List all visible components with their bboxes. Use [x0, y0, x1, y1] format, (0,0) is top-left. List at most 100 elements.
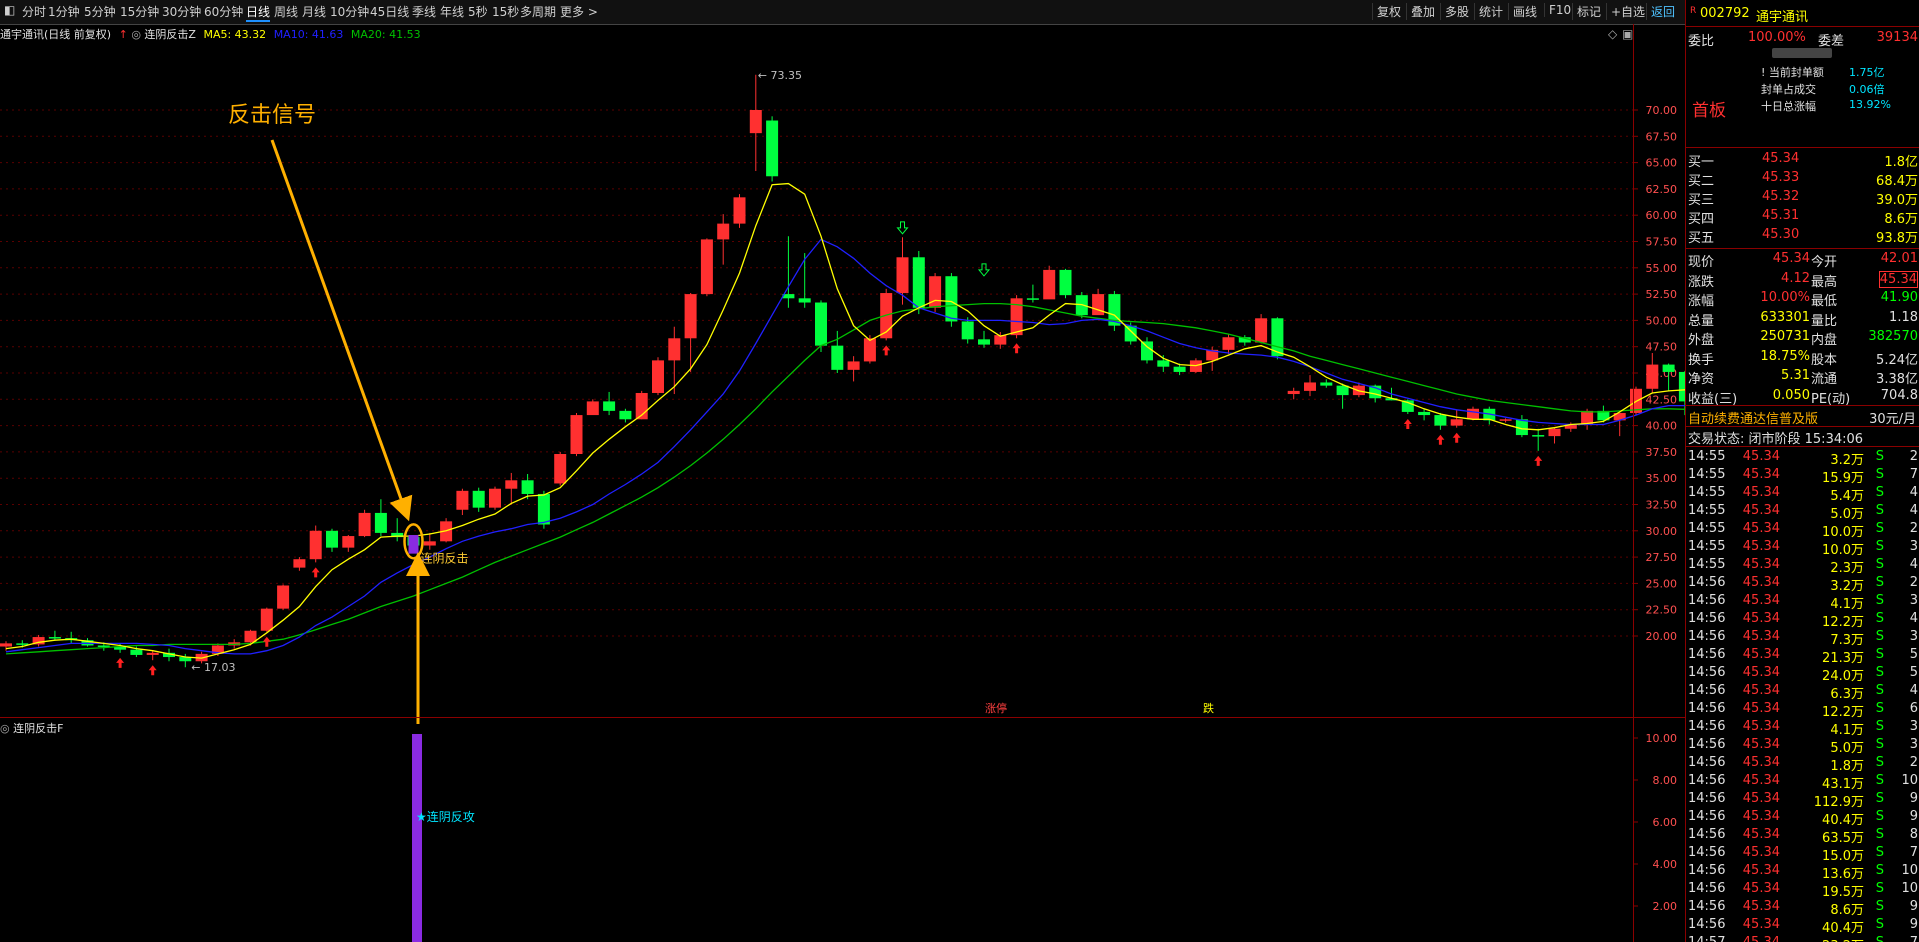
tick-volume: 112.9万 [1813, 795, 1864, 810]
toolbar-right-button[interactable]: 标记 [1572, 3, 1605, 20]
tick-count: 7 [1910, 935, 1918, 942]
quote-label: 收益(三) [1688, 391, 1738, 407]
tick-side: S [1875, 737, 1884, 752]
candle-body [1320, 382, 1333, 386]
tick-volume: 12.2万 [1822, 705, 1864, 720]
candle-body [342, 536, 355, 548]
sub-indicator-chart[interactable]: 10.00 8.00 6.00 4.00 2.00 ★连阴反攻 [0, 724, 1685, 942]
candle-body [586, 401, 599, 416]
tick-time: 14:56 [1688, 575, 1726, 590]
tick-volume: 7.3万 [1830, 633, 1864, 648]
tick-row: 14:56 45.34 112.9万 S 9 [1686, 791, 1919, 810]
limit-up-label: 涨停 [985, 701, 1007, 715]
toolbar-right-button[interactable]: 多股 [1440, 3, 1473, 20]
tick-count: 9 [1909, 809, 1918, 824]
promo-link[interactable]: 自动续费通达信普及版 [1688, 408, 1818, 427]
period-tab[interactable]: 周线 [274, 3, 298, 20]
period-tab[interactable]: 日线 [246, 3, 271, 22]
pane-divider [0, 717, 1685, 718]
quote-value: 18.75% [1760, 348, 1810, 364]
tick-price: 45.34 [1742, 485, 1780, 500]
y-tick-label: 30.00 [1646, 525, 1678, 538]
collapse-handle[interactable] [1772, 48, 1832, 58]
tick-time: 14:56 [1688, 593, 1726, 608]
quote-value-2: 5.24亿 [1876, 352, 1918, 368]
candle-body [1304, 382, 1316, 391]
quote-label: 换手 [1688, 352, 1715, 368]
period-tab[interactable]: 月线 [302, 3, 326, 20]
period-tab[interactable]: 分时 [22, 3, 46, 20]
bid-label: 买五 [1688, 231, 1715, 246]
bid-volume: 1.8亿 [1884, 155, 1918, 170]
period-tab[interactable]: 30分钟 [162, 3, 201, 20]
quote-label: 涨跌 [1688, 274, 1715, 290]
candle-body [863, 338, 876, 362]
candle-body [570, 415, 583, 455]
candle-body [1255, 318, 1268, 343]
tick-side: S [1875, 899, 1884, 914]
tick-volume: 15.9万 [1822, 471, 1864, 486]
period-tab[interactable]: 15分钟 [120, 3, 159, 20]
period-tab[interactable]: 45日线 [370, 3, 409, 20]
y-tick-label: 70.00 [1646, 104, 1678, 117]
quote-label: 现价 [1688, 255, 1715, 270]
quote-value-2: 1.18 [1889, 309, 1918, 325]
tick-count: 4 [1909, 503, 1918, 518]
period-tab[interactable]: 1分钟 [48, 3, 80, 20]
tick-row: 14:56 45.34 12.2万 S 4 [1686, 611, 1919, 630]
tick-row: 14:56 45.34 13.6万 S 10 [1686, 863, 1919, 882]
kline-chart[interactable]: 70.00 67.50 65.00 62.50 60.00 57.50 55.00 52.50… [0, 24, 1685, 724]
candle-body [619, 410, 632, 420]
period-tab[interactable]: 季线 [412, 3, 436, 20]
period-tab[interactable]: 年线 [440, 3, 464, 20]
period-tab[interactable]: 60分钟 [204, 3, 243, 20]
tick-price: 45.34 [1742, 701, 1780, 716]
bid-label: 买一 [1688, 155, 1715, 170]
toolbar-right-button[interactable]: 叠加 [1406, 3, 1439, 20]
period-tab[interactable]: 更多 > [560, 3, 598, 20]
period-tab[interactable]: 10分钟 [330, 3, 369, 20]
tick-price: 45.34 [1742, 539, 1780, 554]
panel-toggle-icon[interactable]: ◧ [4, 3, 15, 17]
tick-time: 14:56 [1688, 899, 1726, 914]
tick-time: 14:56 [1688, 647, 1726, 662]
buy-arrow-icon [262, 636, 271, 647]
tick-price: 45.34 [1742, 719, 1780, 734]
toolbar-right-button[interactable]: +自选 [1606, 3, 1649, 20]
candle-body [0, 643, 12, 647]
tick-count: 2 [1909, 575, 1918, 590]
quote-label-2: 内盘 [1811, 333, 1838, 348]
bid-price: 45.33 [1762, 170, 1800, 185]
toolbar-right-button[interactable]: F10 [1544, 3, 1575, 17]
buy-arrow-icon [1452, 432, 1461, 443]
panel-divider [1686, 446, 1919, 447]
period-tab[interactable]: 5秒 [468, 3, 488, 20]
bid-row: 买一 45.34 1.8亿 [1686, 151, 1919, 170]
candle-body [489, 488, 501, 508]
tick-volume: 40.4万 [1822, 813, 1864, 828]
tick-row: 14:55 45.34 2.3万 S 4 [1686, 557, 1919, 576]
tick-price: 45.34 [1742, 809, 1780, 824]
toolbar-right-button[interactable]: 返回 [1646, 3, 1679, 20]
toolbar-right-button[interactable]: 统计 [1474, 3, 1507, 20]
toolbar-right-button[interactable]: 复权 [1372, 3, 1405, 20]
period-tab[interactable]: 15秒 [492, 3, 519, 20]
stock-code: 002792 [1700, 6, 1750, 21]
candle-body [130, 649, 143, 655]
stock-name: 通宇通讯 [1756, 10, 1809, 25]
period-tab[interactable]: 多周期 [520, 3, 556, 20]
toolbar-right-button[interactable]: 画线 [1508, 3, 1541, 20]
quote-value-2: 382570 [1868, 329, 1918, 344]
candle-body [1141, 341, 1153, 361]
period-tab[interactable]: 5分钟 [84, 3, 116, 20]
trade-status: 交易状态: 闭市阶段 15:34:06 [1688, 432, 1864, 447]
quote-value-2: 45.34 [1878, 270, 1918, 288]
quote-value-2: 704.8 [1880, 387, 1918, 403]
candle-body [684, 294, 697, 339]
tick-side: S [1875, 575, 1884, 590]
candle-body [244, 630, 257, 643]
tick-volume: 3.2万 [1830, 453, 1864, 468]
candle-body [554, 454, 567, 484]
tick-volume: 43.1万 [1822, 777, 1864, 792]
tick-volume: 1.8万 [1830, 759, 1864, 774]
